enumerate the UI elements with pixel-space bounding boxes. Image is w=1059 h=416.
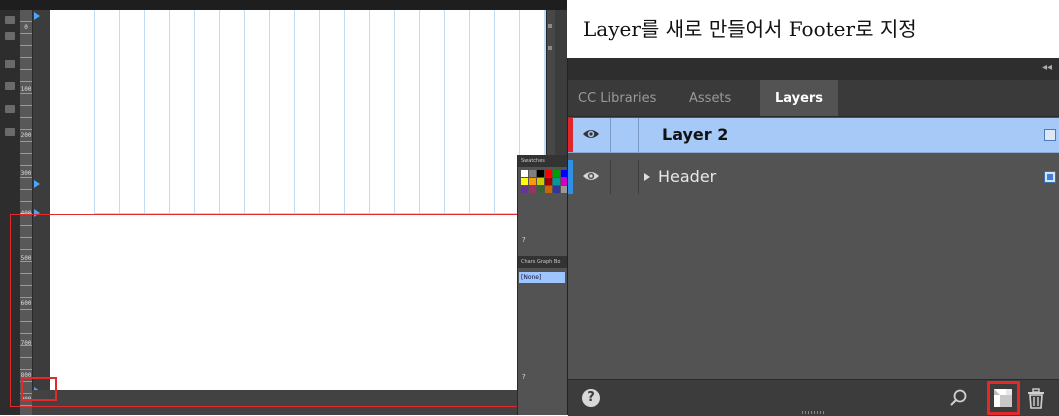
selection-target-icon[interactable]	[1044, 129, 1056, 141]
color-swatch[interactable]	[521, 178, 528, 185]
eye-icon	[583, 130, 599, 138]
help-icon[interactable]: ?	[582, 389, 600, 407]
trash-icon[interactable]	[1026, 387, 1046, 409]
color-swatch[interactable]	[537, 170, 544, 177]
swatches-tab[interactable]: Swatches	[518, 155, 567, 167]
marker-highlight	[21, 377, 57, 401]
color-swatch[interactable]	[537, 186, 544, 193]
layers-panel: ◂◂ CC Libraries Assets Layers Layer 2 He…	[567, 58, 1059, 416]
locate-object-icon[interactable]	[948, 388, 968, 408]
tool-icon[interactable]	[5, 82, 15, 90]
visibility-toggle[interactable]	[574, 160, 611, 194]
layer-row-header[interactable]: Header	[568, 160, 1059, 194]
panel-bottom-bar: ?	[568, 379, 1059, 416]
tab-layers[interactable]: Layers	[760, 80, 838, 116]
color-swatch[interactable]	[529, 170, 536, 177]
collapse-panel-icon[interactable]: ◂◂	[1042, 62, 1052, 73]
tool-icon[interactable]	[5, 60, 15, 68]
character-tabs[interactable]: Chars Graph Bo	[518, 256, 567, 268]
selection-target-icon[interactable]	[1044, 171, 1056, 183]
color-swatch[interactable]	[521, 170, 528, 177]
column-grid	[94, 10, 546, 214]
eye-icon	[583, 172, 599, 180]
tool-icon[interactable]	[5, 16, 15, 24]
color-swatch[interactable]	[553, 178, 560, 185]
color-swatch[interactable]	[529, 178, 536, 185]
color-swatch[interactable]	[545, 178, 552, 185]
panel-tabs: CC Libraries Assets Layers	[568, 80, 1059, 117]
tool-icon[interactable]	[5, 105, 15, 113]
expand-arrow-icon[interactable]	[644, 173, 650, 181]
layer-name[interactable]: Layer 2	[662, 118, 728, 152]
tab-assets[interactable]: Assets	[689, 80, 731, 116]
resize-grip[interactable]	[802, 411, 826, 414]
new-layer-highlight	[987, 381, 1020, 415]
footer-area-highlight	[10, 214, 554, 407]
color-swatch[interactable]	[553, 186, 560, 193]
layer-name[interactable]: Header	[658, 160, 716, 194]
guide-marker[interactable]	[34, 12, 40, 20]
ruler-label: 200	[20, 132, 32, 139]
tool-icon[interactable]	[5, 32, 15, 40]
scroll-marker	[548, 24, 552, 28]
help-icon[interactable]: ?	[522, 373, 526, 381]
selected-style-item[interactable]: [None]	[519, 272, 565, 283]
color-swatch[interactable]	[537, 178, 544, 185]
help-icon[interactable]: ?	[522, 236, 526, 244]
ruler-label: 100	[20, 86, 32, 93]
scroll-marker	[548, 46, 552, 50]
lock-toggle[interactable]	[610, 160, 639, 194]
layer-row-layer-2[interactable]: Layer 2	[568, 118, 1059, 153]
layer-color-strip	[568, 118, 573, 152]
instruction-caption: Layer를 새로 만들어서 Footer로 지정	[567, 0, 1059, 58]
color-swatch[interactable]	[553, 170, 560, 177]
color-swatch[interactable]	[545, 170, 552, 177]
color-swatch[interactable]	[529, 186, 536, 193]
color-swatch[interactable]	[521, 186, 528, 193]
lock-toggle[interactable]	[610, 118, 639, 152]
layer-color-strip	[568, 160, 573, 194]
canvas-area: 0 100 200 300 400 500 600 700 800 900 Sw…	[0, 0, 567, 415]
top-bar	[0, 0, 567, 10]
color-swatch[interactable]	[545, 186, 552, 193]
panel-header-strip: ◂◂	[568, 58, 1059, 80]
ruler-label: 300	[20, 170, 32, 177]
ruler-label: 0	[24, 24, 28, 31]
tool-icon[interactable]	[5, 128, 15, 136]
guide-marker[interactable]	[34, 180, 40, 188]
visibility-toggle[interactable]	[574, 118, 611, 152]
tab-cc-libraries[interactable]: CC Libraries	[578, 80, 656, 116]
collapsed-panels: Swatches ? Chars Graph Bo [None] ?	[517, 155, 567, 415]
swatch-grid	[518, 167, 567, 196]
